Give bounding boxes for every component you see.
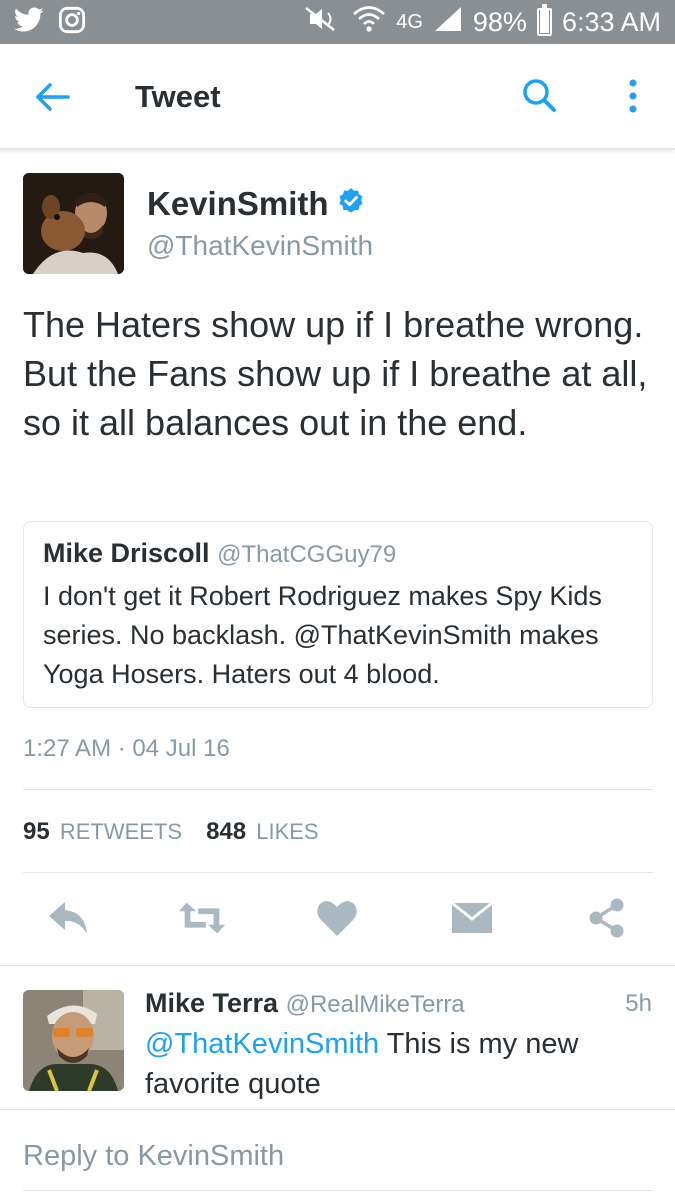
- divider: [0, 965, 675, 966]
- like-button[interactable]: [312, 893, 362, 943]
- quoted-tweet[interactable]: Mike Driscoll @ThatCGGuy79 I don't get i…: [23, 521, 653, 708]
- search-icon: [523, 79, 556, 112]
- author-name-row: KevinSmith: [147, 185, 365, 223]
- reply-button[interactable]: [43, 893, 93, 943]
- wifi-icon: [352, 5, 386, 40]
- divider: [0, 1109, 675, 1110]
- mute-icon: [304, 6, 342, 39]
- like-heart-icon: [317, 901, 357, 936]
- verified-badge-icon: [337, 185, 365, 223]
- likes-count[interactable]: 848 LIKES: [206, 818, 319, 846]
- clock: 6:33 AM: [561, 6, 661, 37]
- twitter-bird-icon: [14, 7, 44, 38]
- retweets-label: RETWEETS: [59, 819, 183, 844]
- reply-author-avatar[interactable]: [23, 990, 124, 1091]
- tweet-stats: 95 RETWEETS 848 LIKES: [23, 818, 319, 846]
- instagram-icon: [58, 6, 86, 39]
- back-arrow-icon: [36, 83, 70, 111]
- app-bar: Tweet: [0, 44, 675, 150]
- tweet-timestamp: 1:27 AM · 04 Jul 16: [23, 735, 230, 762]
- direct-message-icon: [451, 901, 493, 933]
- author-name[interactable]: KevinSmith: [147, 185, 329, 223]
- reply-author-handle[interactable]: @RealMikeTerra: [286, 991, 465, 1018]
- page-title: Tweet: [135, 79, 221, 114]
- likes-label: LIKES: [256, 819, 319, 844]
- status-bar: 4G 98% 6:33 AM: [0, 0, 675, 44]
- author-handle[interactable]: @ThatKevinSmith: [147, 230, 373, 262]
- retweet-icon: [178, 902, 226, 934]
- compose-underline: [23, 1190, 653, 1191]
- retweets-number: 95: [23, 818, 50, 845]
- retweets-count[interactable]: 95 RETWEETS: [23, 818, 182, 846]
- signal-icon: [433, 5, 463, 40]
- tweet-text: The Haters show up if I breathe wrong. B…: [23, 304, 648, 443]
- reply-icon: [49, 902, 87, 934]
- quoted-author-handle: @ThatCGGuy79: [217, 541, 397, 568]
- battery-level: [539, 9, 549, 33]
- reply-compose-input[interactable]: [23, 1130, 653, 1182]
- network-type: 4G: [396, 10, 423, 33]
- quoted-author-name: Mike Driscoll: [43, 538, 210, 568]
- back-button[interactable]: [30, 74, 76, 120]
- share-icon: [589, 898, 624, 938]
- status-bar-left: [14, 6, 86, 39]
- battery-icon: [536, 4, 552, 36]
- divider: [23, 872, 653, 873]
- search-button[interactable]: [518, 74, 562, 118]
- retweet-button[interactable]: [177, 893, 227, 943]
- quoted-tweet-text: I don't get it Robert Rodriguez makes Sp…: [43, 581, 602, 689]
- author-avatar[interactable]: [23, 173, 124, 274]
- reply-header: Mike Terra @RealMikeTerra: [145, 988, 465, 1019]
- reply-mention-link[interactable]: @ThatKevinSmith: [145, 1028, 379, 1060]
- reply-time: 5h: [625, 990, 652, 1017]
- share-button[interactable]: [582, 893, 632, 943]
- likes-number: 848: [206, 818, 247, 845]
- direct-message-button[interactable]: [447, 893, 497, 943]
- more-vertical-icon: [629, 79, 637, 113]
- reply-text: @ThatKevinSmith This is my new favorite …: [145, 1024, 645, 1104]
- quoted-tweet-header: Mike Driscoll @ThatCGGuy79: [43, 538, 396, 569]
- more-options-button[interactable]: [616, 74, 650, 118]
- status-bar-right: 4G 98% 6:33 AM: [304, 0, 661, 44]
- divider: [23, 789, 653, 790]
- battery-percentage: 98%: [472, 6, 527, 37]
- reply-author-name[interactable]: Mike Terra: [145, 988, 278, 1018]
